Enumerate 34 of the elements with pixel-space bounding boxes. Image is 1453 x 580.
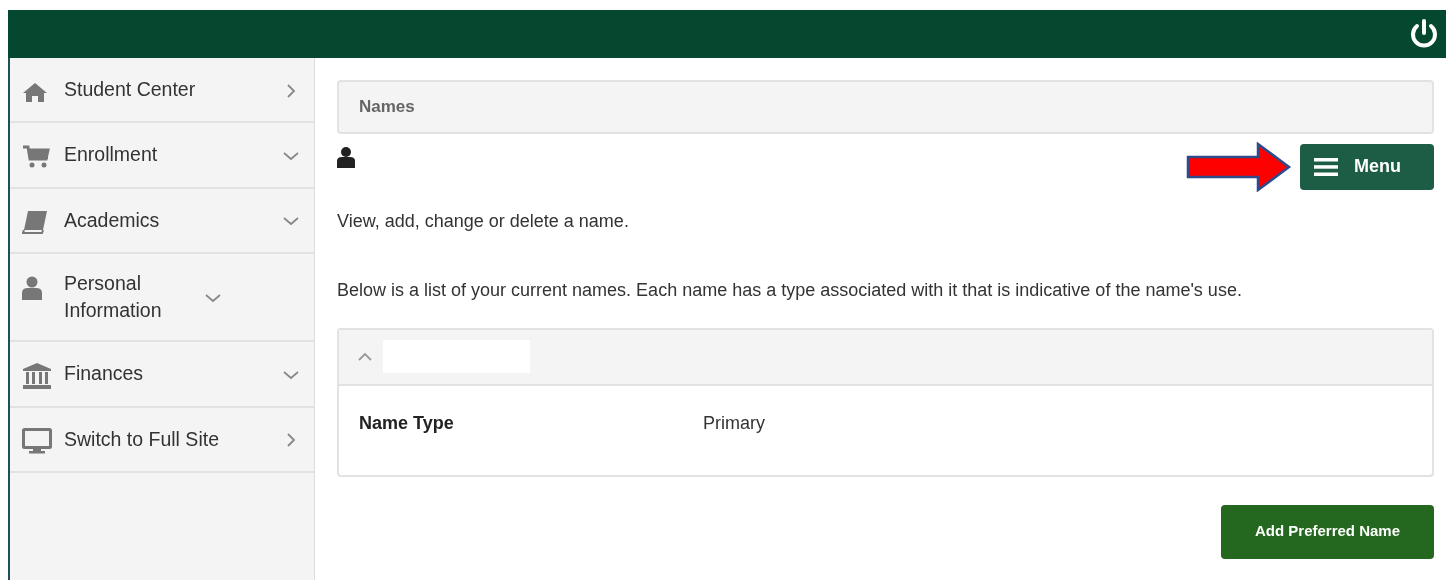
chevron-right-icon — [285, 81, 297, 100]
menu-button[interactable]: Menu — [1300, 143, 1434, 190]
power-icon[interactable] — [1408, 18, 1440, 50]
bank-icon — [22, 361, 52, 390]
cart-icon — [22, 145, 50, 170]
intro-text: View, add, change or delete a name. — [337, 209, 630, 233]
field-value: Primary — [703, 411, 765, 435]
sidebar-label: Student Center — [64, 77, 197, 103]
field-label: Name Type — [359, 411, 455, 435]
person-icon — [337, 145, 355, 168]
add-preferred-name-button[interactable]: Add Preferred Name — [1221, 504, 1434, 559]
sidebar-item[interactable]: Student Center — [10, 58, 314, 124]
sidebar-label: Personal Information — [64, 270, 163, 323]
sidebar-item[interactable]: Enrollment — [10, 123, 314, 189]
page-title: Names — [337, 80, 1434, 134]
description-text: Below is a list of your current names. Each name has a type associated with it that is indicative of the name's use. — [337, 278, 1243, 302]
monitor-icon — [22, 428, 52, 455]
chevron-down-icon — [282, 150, 300, 163]
chevron-down-icon — [282, 215, 300, 228]
chevron-up-icon[interactable] — [357, 351, 373, 362]
sidebar-label: Switch to Full Site — [64, 426, 220, 452]
book-icon — [22, 210, 48, 235]
chevron-down-icon — [282, 368, 300, 381]
sidebar-label: Academics — [64, 207, 161, 233]
sidebar-item[interactable]: Personal Information — [10, 253, 314, 342]
sidebar-label: Finances — [64, 361, 145, 387]
sidebar-item[interactable]: Switch to Full Site — [10, 407, 314, 473]
person-icon — [22, 275, 42, 300]
menu-icon — [1314, 156, 1338, 177]
chevron-down-icon — [204, 291, 222, 304]
sidebar-item[interactable]: Academics — [10, 188, 314, 254]
home-icon — [22, 80, 48, 103]
sidebar-item[interactable]: Finances — [10, 341, 314, 408]
sidebar-label: Enrollment — [64, 142, 159, 168]
